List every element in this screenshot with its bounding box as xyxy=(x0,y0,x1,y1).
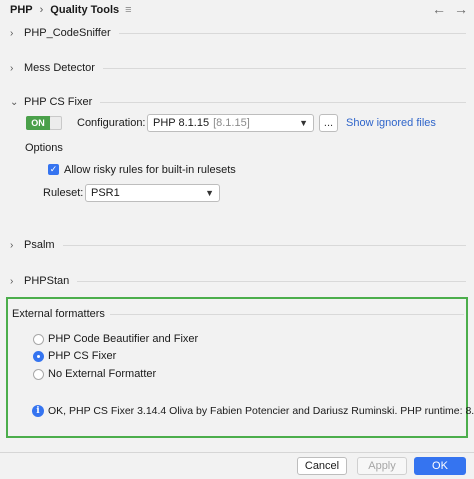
section-title: Mess Detector xyxy=(24,62,95,74)
section-title: PHP CS Fixer xyxy=(24,96,93,108)
ruleset-value: PSR1 xyxy=(91,187,120,199)
chevron-right-icon: › xyxy=(10,62,14,74)
section-phpstan[interactable]: › PHPStan xyxy=(10,273,466,289)
cs-fixer-enable-toggle[interactable]: ON xyxy=(26,116,62,130)
chevron-down-icon: ▼ xyxy=(205,188,214,198)
chevron-right-icon: › xyxy=(10,275,14,287)
options-label: Options xyxy=(25,142,63,154)
radio-label-php-code-beautifier[interactable]: PHP Code Beautifier and Fixer xyxy=(48,333,198,345)
section-title: PHP_CodeSniffer xyxy=(24,27,111,39)
allow-risky-rules-checkbox[interactable]: ✓ xyxy=(48,164,59,175)
configuration-value: PHP 8.1.15 xyxy=(153,117,210,129)
formatter-status-text: OK, PHP CS Fixer 3.14.4 Oliva by Fabien … xyxy=(48,405,474,417)
configuration-select[interactable]: PHP 8.1.15 [8.1.15] ▼ xyxy=(147,114,314,132)
show-ignored-files-link[interactable]: Show ignored files xyxy=(346,117,436,129)
footer-divider xyxy=(0,452,474,453)
chevron-down-icon: ▼ xyxy=(299,118,308,128)
configuration-label: Configuration: xyxy=(77,117,146,129)
breadcrumb-root[interactable]: PHP xyxy=(10,4,33,16)
breadcrumb-separator-icon: › xyxy=(39,4,44,16)
section-php-codesniffer[interactable]: › PHP_CodeSniffer xyxy=(10,25,466,41)
ruleset-select[interactable]: PSR1 ▼ xyxy=(85,184,220,202)
radio-no-external-formatter[interactable] xyxy=(33,369,44,380)
edit-scope-icon[interactable]: ≡ xyxy=(125,4,131,16)
apply-button[interactable]: Apply xyxy=(357,457,407,475)
external-formatters-title: External formatters xyxy=(12,308,105,320)
section-php-cs-fixer[interactable]: ⌄ PHP CS Fixer xyxy=(10,94,466,110)
ok-button[interactable]: OK xyxy=(414,457,466,475)
forward-arrow-icon[interactable]: → xyxy=(454,2,468,16)
section-psalm[interactable]: › Psalm xyxy=(10,237,466,253)
divider xyxy=(77,280,466,282)
info-icon: i xyxy=(32,405,44,417)
ruleset-label: Ruleset: xyxy=(43,187,84,199)
chevron-right-icon: › xyxy=(10,239,14,251)
browse-button[interactable]: ... xyxy=(319,114,338,132)
cancel-button[interactable]: Cancel xyxy=(297,457,347,475)
divider xyxy=(102,67,466,69)
toggle-knob xyxy=(50,117,61,129)
divider xyxy=(62,244,466,246)
section-mess-detector[interactable]: › Mess Detector xyxy=(10,60,466,76)
chevron-down-icon: ⌄ xyxy=(10,96,19,108)
breadcrumb-bar: PHP › Quality Tools ≡ xyxy=(0,0,474,20)
radio-label-no-external-formatter[interactable]: No External Formatter xyxy=(48,368,156,380)
toggle-on-label: ON xyxy=(26,116,50,130)
configuration-hint: [8.1.15] xyxy=(213,117,250,129)
divider xyxy=(100,101,466,103)
section-title: PHPStan xyxy=(24,275,70,287)
radio-php-cs-fixer[interactable] xyxy=(33,351,44,362)
section-title: Psalm xyxy=(24,239,55,251)
back-arrow-icon[interactable]: ← xyxy=(432,2,446,16)
allow-risky-rules-label[interactable]: Allow risky rules for built-in rulesets xyxy=(64,164,236,176)
chevron-right-icon: › xyxy=(10,27,14,39)
breadcrumb-current: Quality Tools xyxy=(50,4,120,16)
radio-label-php-cs-fixer[interactable]: PHP CS Fixer xyxy=(48,350,116,362)
divider xyxy=(118,32,466,34)
divider xyxy=(110,314,464,315)
radio-php-code-beautifier[interactable] xyxy=(33,334,44,345)
